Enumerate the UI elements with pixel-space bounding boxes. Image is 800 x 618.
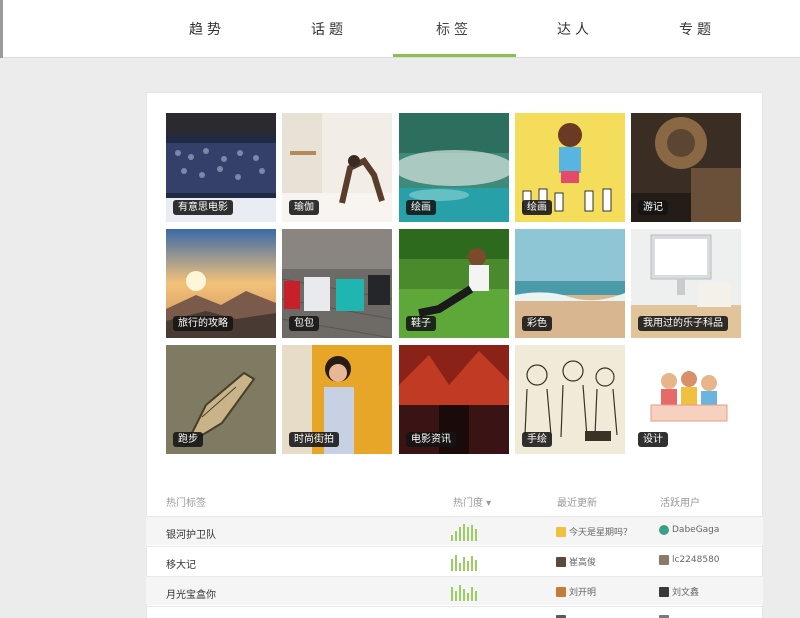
row-user-name: lc2248580 [672,555,720,565]
emoji-icon [556,526,566,537]
col-header-user: 活跃用户 [660,498,700,509]
tag-label: 跑步 [173,432,203,447]
tag-label: 包包 [289,316,319,331]
tag-label: 设计 [638,432,668,447]
row-user[interactable]: lc2248580 [659,555,720,565]
tag-tile-bags[interactable]: 包包 [282,229,392,338]
table-row[interactable]: 移大记 崔高俊 lc2248580 [146,546,763,575]
tag-label: 电影资讯 [406,432,456,447]
avatar [659,555,669,565]
row-update-text: 刘开明 [569,588,597,598]
heat-bars [451,555,477,571]
thumbnail-icon [556,556,566,567]
tag-tile-yoga[interactable]: 瑜伽 [282,113,392,222]
row-user-name: 刘文鑫 [672,588,700,598]
row-update[interactable]: 崔高俊 [556,555,596,568]
tag-tile-illustration[interactable]: 绘画 [515,113,625,222]
window-edge [0,0,3,58]
tab-topics[interactable]: 话题 [268,0,390,58]
table-row[interactable]: 旧时 [146,606,763,618]
tag-label: 旅行的攻略 [173,316,233,331]
tag-tile-movies[interactable]: 有意思电影 [166,113,276,222]
tab-features[interactable]: 专题 [636,0,758,58]
col-header-heat[interactable]: 热门度 ▾ [453,494,491,509]
tab-experts[interactable]: 达人 [514,0,636,58]
row-user[interactable]: DabeGaga [659,525,719,535]
row-user[interactable]: 刘文鑫 [659,585,699,598]
thumbnail-icon [556,586,566,597]
tag-tile-hand-drawn[interactable]: 手绘 [515,345,625,454]
row-update[interactable]: 今天是星期吗？ [556,525,632,538]
tag-tile-movie-news[interactable]: 电影资讯 [399,345,509,454]
tag-label: 时尚街拍 [289,432,339,447]
tag-tile-painting[interactable]: 绘画 [399,113,509,222]
tag-tile-design[interactable]: 设计 [631,345,741,454]
row-update-text: 崔高俊 [569,558,597,568]
tag-tile-travelogue[interactable]: 游记 [631,113,741,222]
tag-tile-shoes[interactable]: 鞋子 [399,229,509,338]
col-header-tag: 热门标签 [166,498,206,509]
tag-label: 游记 [638,200,668,215]
tag-tile-street-style[interactable]: 时尚街拍 [282,345,392,454]
tag-label: 绘画 [522,200,552,215]
tag-label: 瑜伽 [289,200,319,215]
tag-label: 我用过的乐子科品 [638,316,728,331]
tag-label: 鞋子 [406,316,436,331]
tag-label: 手绘 [522,432,552,447]
tab-trends[interactable]: 趋势 [146,0,268,58]
active-tab-indicator [393,54,516,57]
top-navigation: 趋势 话题 标签 达人 专题 [0,0,800,58]
row-update-text: 今天是星期吗？ [569,528,633,538]
row-update[interactable]: 刘开明 [556,585,596,598]
tag-tile-running[interactable]: 跑步 [166,345,276,454]
tag-tile-gadgets[interactable]: 我用过的乐子科品 [631,229,741,338]
tab-tags[interactable]: 标签 [393,0,515,58]
table-row[interactable]: 月光宝盒你 刘开明 刘文鑫 [146,576,763,605]
avatar [659,586,669,597]
heat-bars [451,585,477,601]
heat-bars [451,524,477,541]
tag-tile-travel-guide[interactable]: 旅行的攻略 [166,229,276,338]
row-tag-name[interactable]: 移大记 [166,556,196,571]
tag-label: 有意思电影 [173,200,233,215]
col-header-update: 最近更新 [557,498,597,509]
tag-label: 绘画 [406,200,436,215]
avatar [659,525,669,535]
row-user-name: DabeGaga [672,525,720,535]
row-tag-name[interactable]: 月光宝盒你 [166,586,216,601]
row-tag-name[interactable]: 银河护卫队 [166,526,216,541]
table-row[interactable]: 银河护卫队 今天是星期吗？ DabeGaga [146,516,763,545]
tag-label: 彩色 [522,316,552,331]
tag-tile-colorful[interactable]: 彩色 [515,229,625,338]
